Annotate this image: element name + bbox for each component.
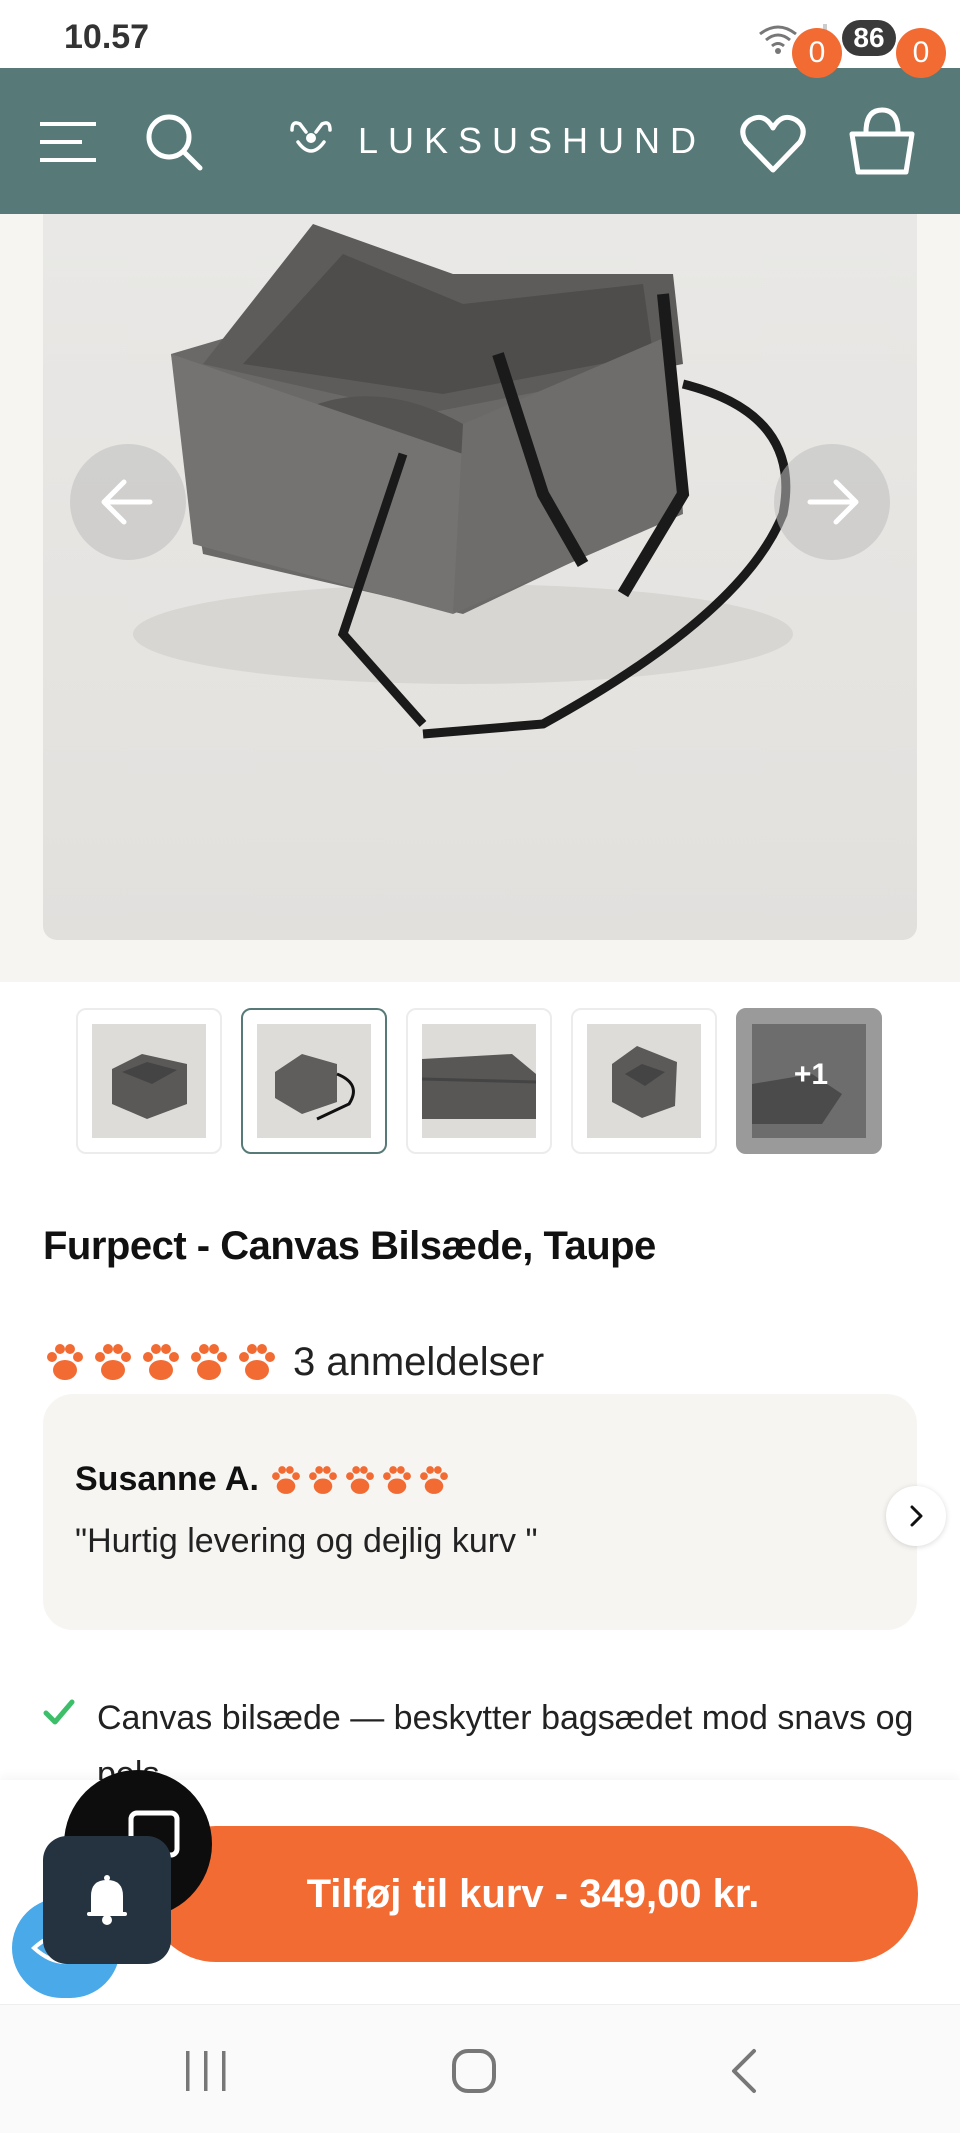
wishlist-count-badge: 0 bbox=[792, 28, 842, 78]
paw-star-icon bbox=[143, 1344, 179, 1380]
gallery-next-button[interactable] bbox=[774, 444, 890, 560]
chevron-right-icon bbox=[910, 1505, 923, 1527]
back-icon[interactable] bbox=[724, 2047, 764, 2095]
battery-indicator: 86 bbox=[842, 20, 896, 56]
logo-icon bbox=[290, 121, 332, 153]
paw-star-icon bbox=[419, 1465, 448, 1494]
basket-icon[interactable] bbox=[846, 104, 918, 178]
brand-name: LUKSUSHUND bbox=[358, 120, 707, 161]
check-icon bbox=[43, 1699, 75, 1725]
arrow-right-icon bbox=[807, 479, 859, 525]
product-title: Furpect - Canvas Bilsæde, Taupe bbox=[43, 1224, 656, 1268]
brand-logo[interactable]: LUKSUSHUND bbox=[286, 114, 706, 168]
product-rating[interactable]: 3 anmeldelser bbox=[43, 1336, 544, 1388]
add-to-cart-button[interactable]: Tilføj til kurv - 349,00 kr. bbox=[148, 1826, 918, 1962]
paw-star-icon bbox=[345, 1465, 374, 1494]
thumbnail-more[interactable]: +1 bbox=[736, 1008, 882, 1154]
thumbnail-2[interactable] bbox=[241, 1008, 387, 1154]
cart-count-badge: 0 bbox=[896, 28, 946, 78]
paw-star-icon bbox=[95, 1344, 131, 1380]
status-time: 10.57 bbox=[64, 18, 150, 56]
thumbnail-more-label: +1 bbox=[793, 1058, 829, 1091]
paw-star-icon bbox=[271, 1465, 300, 1494]
gallery-prev-button[interactable] bbox=[70, 444, 186, 560]
home-icon[interactable] bbox=[450, 2047, 498, 2095]
thumbnail-1[interactable] bbox=[76, 1008, 222, 1154]
recent-apps-icon[interactable] bbox=[182, 2049, 230, 2093]
paw-star-icon bbox=[308, 1465, 337, 1494]
thumbnail-image bbox=[421, 1054, 537, 1119]
thumbnail-3[interactable] bbox=[406, 1008, 552, 1154]
thumbnail-image bbox=[612, 1046, 677, 1118]
review-next-button[interactable] bbox=[886, 1486, 946, 1546]
search-icon[interactable] bbox=[144, 112, 204, 172]
paw-star-icon bbox=[382, 1465, 411, 1494]
menu-icon[interactable] bbox=[40, 120, 96, 164]
review-author: Susanne A. bbox=[75, 1460, 259, 1498]
thumbnail-strip: +1 bbox=[76, 1008, 886, 1156]
review-quote: "Hurtig levering og dejlig kurv " bbox=[75, 1522, 538, 1560]
thumbnail-image bbox=[112, 1054, 187, 1119]
site-header: LUKSUSHUND bbox=[0, 68, 960, 214]
heart-icon[interactable] bbox=[738, 108, 808, 178]
bell-icon bbox=[87, 1875, 127, 1925]
product-main-image[interactable] bbox=[43, 214, 917, 940]
thumbnail-image bbox=[275, 1054, 355, 1121]
paw-star-icon bbox=[239, 1344, 275, 1380]
car-seat-illustration bbox=[133, 224, 793, 739]
paw-star-icon bbox=[47, 1344, 83, 1380]
system-nav-bar bbox=[0, 2004, 960, 2133]
notification-button[interactable] bbox=[43, 1836, 171, 1964]
review-card: Susanne A. "Hurtig levering og dejlig ku… bbox=[43, 1394, 917, 1630]
thumbnail-4[interactable] bbox=[571, 1008, 717, 1154]
paw-star-icon bbox=[191, 1344, 227, 1380]
arrow-left-icon bbox=[101, 479, 153, 525]
review-count[interactable]: 3 anmeldelser bbox=[293, 1340, 544, 1385]
